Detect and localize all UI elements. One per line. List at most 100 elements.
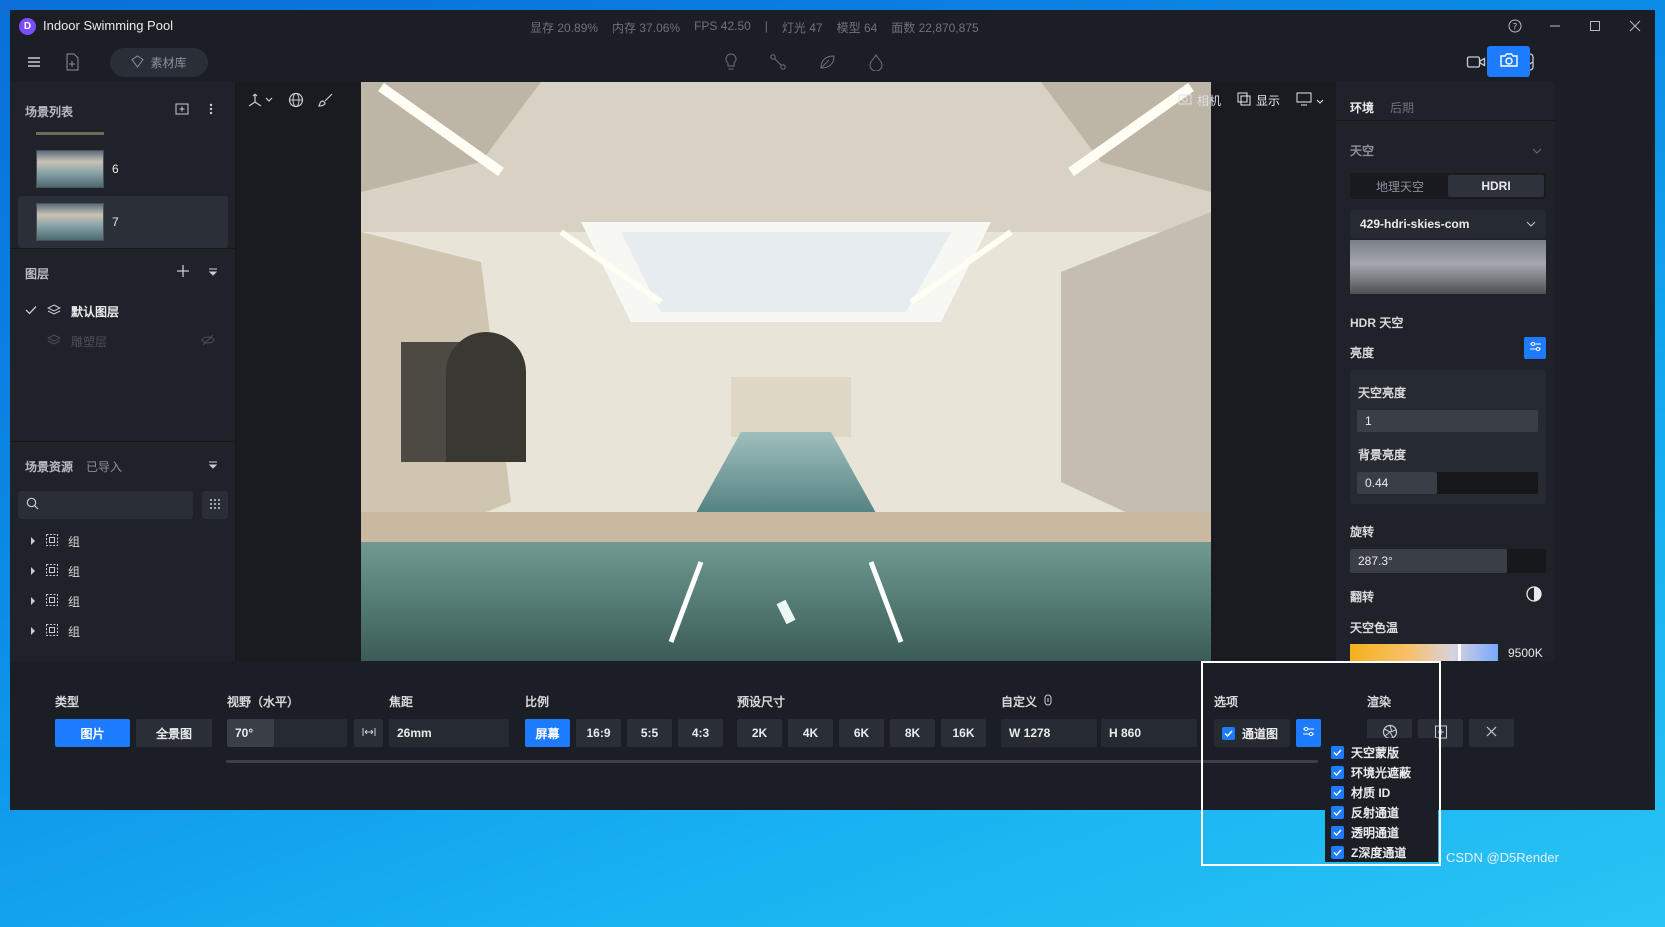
tree-item-group[interactable]: 组 xyxy=(30,531,80,551)
hdri-preview[interactable] xyxy=(1350,240,1546,294)
type-panorama-button[interactable]: 全景图 xyxy=(136,719,212,747)
monitor-icon xyxy=(1296,92,1312,109)
grid-view-button[interactable] xyxy=(202,491,228,519)
import-file-icon[interactable] xyxy=(62,51,82,73)
assets-imported-tab[interactable]: 已导入 xyxy=(86,458,122,475)
temp-slider-handle[interactable] xyxy=(1458,644,1461,661)
help-icon[interactable]: ? xyxy=(1495,10,1535,42)
render-view[interactable] xyxy=(361,82,1211,661)
ratio-4-3-button[interactable]: 4:3 xyxy=(678,719,723,747)
close-panel-button[interactable] xyxy=(1469,719,1514,747)
layer-default[interactable]: 默认图层 xyxy=(25,301,225,321)
brush-icon[interactable] xyxy=(318,92,334,111)
main-toolbar xyxy=(10,42,1655,82)
sky-mode-geo[interactable]: 地理天空 xyxy=(1352,175,1448,197)
focal-input[interactable]: 26mm xyxy=(389,719,509,747)
material-library-button[interactable]: 素材库 xyxy=(110,48,208,77)
channel-settings-button[interactable] xyxy=(1296,719,1321,747)
assets-collapse-icon[interactable] xyxy=(208,459,218,473)
layers-icon xyxy=(46,333,62,349)
horizontal-arrows-icon xyxy=(362,726,376,740)
maximize-icon[interactable] xyxy=(1575,10,1615,42)
option-ambient-occlusion[interactable]: 环境光遮蔽 xyxy=(1325,762,1438,782)
chevron-down-icon[interactable] xyxy=(1532,144,1542,158)
view-mode-dropdown[interactable] xyxy=(1296,92,1324,109)
scene-item-7[interactable]: 7 xyxy=(18,196,228,248)
channel-map-toggle[interactable]: 通道图 xyxy=(1214,719,1290,747)
ratio-5-5-button[interactable]: 5:5 xyxy=(627,719,672,747)
preset-4k-button[interactable]: 4K xyxy=(788,719,833,747)
asset-search-input[interactable] xyxy=(18,491,193,519)
expand-arrow-icon[interactable] xyxy=(30,594,36,608)
layer-sculpture[interactable]: 雕塑层 xyxy=(25,331,225,351)
scene-item-6[interactable]: 6 xyxy=(18,143,228,195)
expand-arrow-icon[interactable] xyxy=(30,564,36,578)
close-window-icon[interactable] xyxy=(1615,10,1655,42)
brightness-settings-button[interactable] xyxy=(1524,337,1546,359)
assets-title[interactable]: 场景资源 xyxy=(25,458,73,475)
link-dimensions-icon[interactable] xyxy=(1044,694,1052,709)
group-icon xyxy=(45,563,59,580)
menu-icon[interactable] xyxy=(24,52,44,72)
stat-ram: 内存 37.06% xyxy=(612,21,681,35)
type-image-button[interactable]: 图片 xyxy=(55,719,130,747)
globe-icon[interactable] xyxy=(288,92,304,111)
option-transparency[interactable]: 透明通道 xyxy=(1325,822,1438,842)
group-icon xyxy=(45,623,59,640)
layers-collapse-icon[interactable] xyxy=(208,266,218,280)
tree-item-group[interactable]: 组 xyxy=(30,591,80,611)
option-reflection[interactable]: 反射通道 xyxy=(1325,802,1438,822)
rotation-slider[interactable]: 287.3° xyxy=(1350,549,1546,573)
fov-lock-button[interactable] xyxy=(354,719,383,747)
video-mode-icon[interactable] xyxy=(1463,51,1489,73)
preset-2k-button[interactable]: 2K xyxy=(737,719,782,747)
path-tool-icon[interactable] xyxy=(767,51,789,73)
tree-item-group[interactable]: 组 xyxy=(30,561,80,581)
ratio-screen-button[interactable]: 屏幕 xyxy=(525,719,570,747)
minimize-icon[interactable] xyxy=(1535,10,1575,42)
preset-6k-button[interactable]: 6K xyxy=(839,719,884,747)
bg-brightness-value: 0.44 xyxy=(1365,476,1389,490)
option-z-depth[interactable]: Z深度通道 xyxy=(1325,842,1438,862)
left-panel: 场景列表 6 7 图层 默认图层 雕塑层 场景资源 已导入 组 组 组 组 xyxy=(10,82,236,661)
expand-arrow-icon[interactable] xyxy=(30,534,36,548)
tree-item-label: 组 xyxy=(68,534,81,549)
option-material-id[interactable]: 材质 ID xyxy=(1325,782,1438,802)
window-controls: ? xyxy=(1495,10,1655,42)
fov-slider[interactable]: 70° xyxy=(227,719,347,747)
sky-temp-slider[interactable] xyxy=(1350,644,1498,661)
expand-arrow-icon[interactable] xyxy=(30,624,36,638)
photo-mode-button[interactable] xyxy=(1487,46,1530,77)
height-input[interactable]: H 860 xyxy=(1101,719,1197,747)
leaf-icon[interactable] xyxy=(816,51,838,73)
ratio-16-9-button[interactable]: 16:9 xyxy=(576,719,621,747)
flip-toggle-icon[interactable] xyxy=(1526,586,1542,605)
hdri-select[interactable]: 429-hdri-skies-com xyxy=(1350,210,1546,238)
check-icon xyxy=(25,304,37,318)
preset-8k-button[interactable]: 8K xyxy=(890,719,935,747)
add-scene-icon[interactable] xyxy=(175,102,189,119)
transform-gizmo-icon[interactable] xyxy=(248,92,274,111)
camera-view-button[interactable]: 相机 xyxy=(1178,92,1221,109)
title-bar: D Indoor Swimming Pool 显存 20.89% 内存 37.0… xyxy=(10,10,1655,42)
particle-effect-icon[interactable] xyxy=(865,51,887,73)
stat-divider: | xyxy=(764,19,768,33)
tab-post[interactable]: 后期 xyxy=(1390,99,1414,116)
hidden-eye-icon[interactable] xyxy=(201,334,215,349)
layer-label: 默认图层 xyxy=(71,304,120,319)
display-button[interactable]: 显示 xyxy=(1237,92,1280,109)
preset-16k-button[interactable]: 16K xyxy=(941,719,986,747)
sky-mode-hdri[interactable]: HDRI xyxy=(1448,175,1544,197)
option-sky-mask[interactable]: 天空蒙版 xyxy=(1325,742,1438,762)
light-bulb-icon[interactable] xyxy=(720,51,742,73)
horizontal-scrollbar[interactable] xyxy=(226,760,1318,763)
bg-brightness-slider[interactable]: 0.44 xyxy=(1357,472,1538,494)
scene-thumbnail xyxy=(36,203,104,241)
width-input[interactable]: W 1278 xyxy=(1001,719,1097,747)
scene-more-icon[interactable] xyxy=(208,102,214,119)
sky-brightness-input[interactable]: 1 xyxy=(1357,410,1538,432)
add-layer-icon[interactable] xyxy=(176,264,190,281)
flip-label: 翻转 xyxy=(1350,590,1375,604)
tab-environment[interactable]: 环境 xyxy=(1350,99,1374,116)
tree-item-group[interactable]: 组 xyxy=(30,621,80,641)
